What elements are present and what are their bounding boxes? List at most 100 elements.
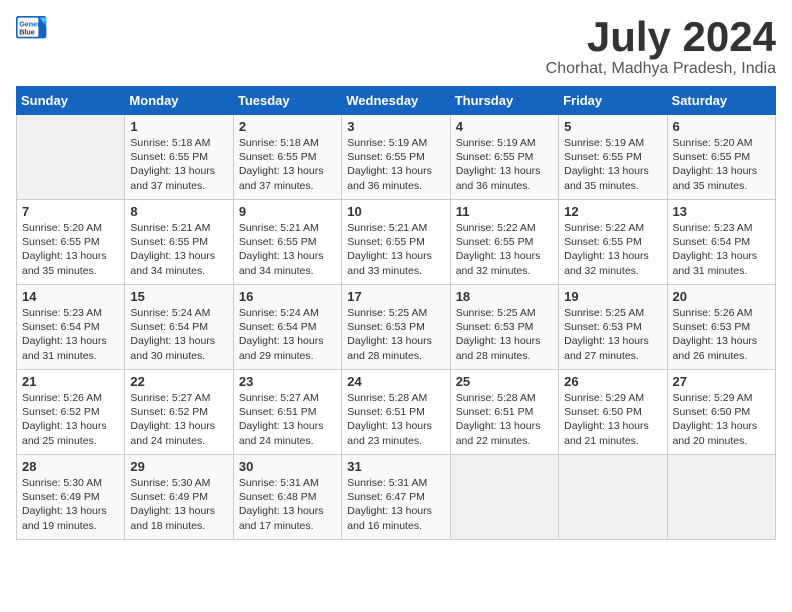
calendar-cell: 29 Sunrise: 5:30 AMSunset: 6:49 PMDaylig… [125, 455, 233, 540]
day-header-sunday: Sunday [17, 87, 125, 115]
cell-info: Sunrise: 5:23 AMSunset: 6:54 PMDaylight:… [22, 306, 119, 363]
calendar-cell: 8 Sunrise: 5:21 AMSunset: 6:55 PMDayligh… [125, 200, 233, 285]
day-number: 23 [239, 374, 336, 389]
calendar-cell: 9 Sunrise: 5:21 AMSunset: 6:55 PMDayligh… [233, 200, 341, 285]
cell-info: Sunrise: 5:19 AMSunset: 6:55 PMDaylight:… [456, 136, 553, 193]
calendar-cell: 20 Sunrise: 5:26 AMSunset: 6:53 PMDaylig… [667, 285, 775, 370]
day-number: 19 [564, 289, 661, 304]
calendar-cell: 15 Sunrise: 5:24 AMSunset: 6:54 PMDaylig… [125, 285, 233, 370]
day-header-friday: Friday [559, 87, 667, 115]
day-number: 9 [239, 204, 336, 219]
calendar-cell: 2 Sunrise: 5:18 AMSunset: 6:55 PMDayligh… [233, 115, 341, 200]
logo-icon: General Blue [16, 16, 48, 40]
calendar-cell: 21 Sunrise: 5:26 AMSunset: 6:52 PMDaylig… [17, 370, 125, 455]
calendar-cell: 16 Sunrise: 5:24 AMSunset: 6:54 PMDaylig… [233, 285, 341, 370]
calendar-cell: 22 Sunrise: 5:27 AMSunset: 6:52 PMDaylig… [125, 370, 233, 455]
calendar-cell: 19 Sunrise: 5:25 AMSunset: 6:53 PMDaylig… [559, 285, 667, 370]
day-number: 3 [347, 119, 444, 134]
calendar-cell [667, 455, 775, 540]
calendar-cell: 13 Sunrise: 5:23 AMSunset: 6:54 PMDaylig… [667, 200, 775, 285]
cell-info: Sunrise: 5:23 AMSunset: 6:54 PMDaylight:… [673, 221, 770, 278]
week-row-2: 7 Sunrise: 5:20 AMSunset: 6:55 PMDayligh… [17, 200, 776, 285]
day-number: 26 [564, 374, 661, 389]
cell-info: Sunrise: 5:28 AMSunset: 6:51 PMDaylight:… [347, 391, 444, 448]
day-number: 28 [22, 459, 119, 474]
calendar-cell: 24 Sunrise: 5:28 AMSunset: 6:51 PMDaylig… [342, 370, 450, 455]
day-header-thursday: Thursday [450, 87, 558, 115]
week-row-4: 21 Sunrise: 5:26 AMSunset: 6:52 PMDaylig… [17, 370, 776, 455]
day-number: 11 [456, 204, 553, 219]
cell-info: Sunrise: 5:29 AMSunset: 6:50 PMDaylight:… [564, 391, 661, 448]
day-number: 5 [564, 119, 661, 134]
cell-info: Sunrise: 5:22 AMSunset: 6:55 PMDaylight:… [564, 221, 661, 278]
day-header-wednesday: Wednesday [342, 87, 450, 115]
calendar-cell: 14 Sunrise: 5:23 AMSunset: 6:54 PMDaylig… [17, 285, 125, 370]
month-title: July 2024 [546, 16, 776, 58]
cell-info: Sunrise: 5:31 AMSunset: 6:48 PMDaylight:… [239, 476, 336, 533]
cell-info: Sunrise: 5:28 AMSunset: 6:51 PMDaylight:… [456, 391, 553, 448]
cell-info: Sunrise: 5:27 AMSunset: 6:52 PMDaylight:… [130, 391, 227, 448]
calendar-cell: 25 Sunrise: 5:28 AMSunset: 6:51 PMDaylig… [450, 370, 558, 455]
calendar-table: SundayMondayTuesdayWednesdayThursdayFrid… [16, 86, 776, 540]
day-header-saturday: Saturday [667, 87, 775, 115]
day-number: 10 [347, 204, 444, 219]
calendar-cell [17, 115, 125, 200]
location: Chorhat, Madhya Pradesh, India [546, 60, 776, 78]
cell-info: Sunrise: 5:19 AMSunset: 6:55 PMDaylight:… [564, 136, 661, 193]
day-number: 16 [239, 289, 336, 304]
day-number: 2 [239, 119, 336, 134]
logo: General Blue [16, 16, 48, 40]
calendar-cell: 17 Sunrise: 5:25 AMSunset: 6:53 PMDaylig… [342, 285, 450, 370]
calendar-cell: 31 Sunrise: 5:31 AMSunset: 6:47 PMDaylig… [342, 455, 450, 540]
cell-info: Sunrise: 5:29 AMSunset: 6:50 PMDaylight:… [673, 391, 770, 448]
cell-info: Sunrise: 5:25 AMSunset: 6:53 PMDaylight:… [564, 306, 661, 363]
cell-info: Sunrise: 5:21 AMSunset: 6:55 PMDaylight:… [347, 221, 444, 278]
cell-info: Sunrise: 5:22 AMSunset: 6:55 PMDaylight:… [456, 221, 553, 278]
header-row: SundayMondayTuesdayWednesdayThursdayFrid… [17, 87, 776, 115]
week-row-3: 14 Sunrise: 5:23 AMSunset: 6:54 PMDaylig… [17, 285, 776, 370]
day-number: 15 [130, 289, 227, 304]
day-number: 21 [22, 374, 119, 389]
week-row-1: 1 Sunrise: 5:18 AMSunset: 6:55 PMDayligh… [17, 115, 776, 200]
day-number: 8 [130, 204, 227, 219]
day-number: 20 [673, 289, 770, 304]
cell-info: Sunrise: 5:24 AMSunset: 6:54 PMDaylight:… [239, 306, 336, 363]
calendar-cell: 3 Sunrise: 5:19 AMSunset: 6:55 PMDayligh… [342, 115, 450, 200]
calendar-cell: 11 Sunrise: 5:22 AMSunset: 6:55 PMDaylig… [450, 200, 558, 285]
calendar-cell: 7 Sunrise: 5:20 AMSunset: 6:55 PMDayligh… [17, 200, 125, 285]
day-header-monday: Monday [125, 87, 233, 115]
cell-info: Sunrise: 5:30 AMSunset: 6:49 PMDaylight:… [22, 476, 119, 533]
week-row-5: 28 Sunrise: 5:30 AMSunset: 6:49 PMDaylig… [17, 455, 776, 540]
cell-info: Sunrise: 5:26 AMSunset: 6:52 PMDaylight:… [22, 391, 119, 448]
calendar-cell: 28 Sunrise: 5:30 AMSunset: 6:49 PMDaylig… [17, 455, 125, 540]
day-number: 4 [456, 119, 553, 134]
page-header: General Blue July 2024 Chorhat, Madhya P… [16, 16, 776, 78]
cell-info: Sunrise: 5:31 AMSunset: 6:47 PMDaylight:… [347, 476, 444, 533]
cell-info: Sunrise: 5:18 AMSunset: 6:55 PMDaylight:… [130, 136, 227, 193]
day-header-tuesday: Tuesday [233, 87, 341, 115]
calendar-cell: 27 Sunrise: 5:29 AMSunset: 6:50 PMDaylig… [667, 370, 775, 455]
day-number: 12 [564, 204, 661, 219]
calendar-cell: 18 Sunrise: 5:25 AMSunset: 6:53 PMDaylig… [450, 285, 558, 370]
cell-info: Sunrise: 5:18 AMSunset: 6:55 PMDaylight:… [239, 136, 336, 193]
calendar-cell: 30 Sunrise: 5:31 AMSunset: 6:48 PMDaylig… [233, 455, 341, 540]
day-number: 27 [673, 374, 770, 389]
cell-info: Sunrise: 5:19 AMSunset: 6:55 PMDaylight:… [347, 136, 444, 193]
calendar-cell: 26 Sunrise: 5:29 AMSunset: 6:50 PMDaylig… [559, 370, 667, 455]
cell-info: Sunrise: 5:26 AMSunset: 6:53 PMDaylight:… [673, 306, 770, 363]
svg-text:Blue: Blue [19, 27, 35, 36]
cell-info: Sunrise: 5:24 AMSunset: 6:54 PMDaylight:… [130, 306, 227, 363]
calendar-cell: 4 Sunrise: 5:19 AMSunset: 6:55 PMDayligh… [450, 115, 558, 200]
cell-info: Sunrise: 5:30 AMSunset: 6:49 PMDaylight:… [130, 476, 227, 533]
day-number: 22 [130, 374, 227, 389]
day-number: 29 [130, 459, 227, 474]
day-number: 31 [347, 459, 444, 474]
calendar-cell: 12 Sunrise: 5:22 AMSunset: 6:55 PMDaylig… [559, 200, 667, 285]
calendar-cell [559, 455, 667, 540]
day-number: 7 [22, 204, 119, 219]
cell-info: Sunrise: 5:20 AMSunset: 6:55 PMDaylight:… [22, 221, 119, 278]
day-number: 13 [673, 204, 770, 219]
cell-info: Sunrise: 5:25 AMSunset: 6:53 PMDaylight:… [347, 306, 444, 363]
cell-info: Sunrise: 5:20 AMSunset: 6:55 PMDaylight:… [673, 136, 770, 193]
calendar-cell: 1 Sunrise: 5:18 AMSunset: 6:55 PMDayligh… [125, 115, 233, 200]
